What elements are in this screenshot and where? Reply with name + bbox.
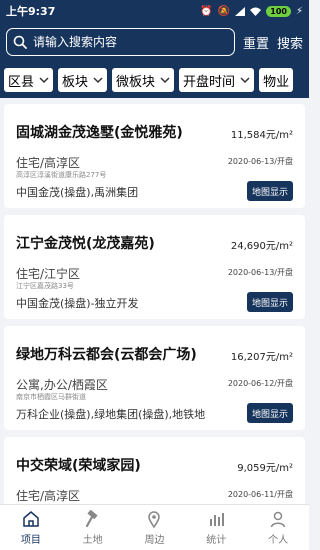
status-time: 上午9:37 bbox=[6, 5, 56, 18]
project-name: 绿地万科云都会(云都会广场) bbox=[16, 347, 197, 363]
project-name: 江宁金茂悦(龙茂嘉苑) bbox=[16, 236, 155, 252]
filter-district[interactable]: 区县 bbox=[4, 68, 54, 92]
project-name: 固城湖金茂逸墅(金悦雅苑) bbox=[16, 125, 183, 141]
location-pin-icon bbox=[148, 510, 161, 528]
project-card[interactable]: 绿地万科云都会(云都会广场) 16,207元/m² 公寓,办公/栖霞区 2020… bbox=[4, 326, 305, 430]
bottom-nav: 项目 土地 周边 统计 个人 bbox=[0, 504, 309, 550]
mute-icon: 🔕 bbox=[217, 5, 231, 17]
project-price: 9,059元/m² bbox=[237, 463, 293, 474]
wifi-icon bbox=[250, 7, 262, 16]
map-display-button[interactable]: 地图显示 bbox=[246, 403, 293, 423]
person-icon bbox=[270, 511, 286, 527]
status-bar: 上午9:37 ⏰ 🔕 100 ⚡ bbox=[0, 0, 309, 22]
filter-label: 区县 bbox=[8, 74, 35, 90]
project-date: 2020-06-13/开盘 bbox=[227, 268, 293, 277]
project-card[interactable]: 固城湖金茂逸墅(金悦雅苑) 11,584元/m² 住宅/高淳区 2020-06-… bbox=[4, 104, 305, 208]
project-developer: 万科企业(操盘),绿地集团(操盘),地铁地 bbox=[16, 408, 206, 421]
nav-label: 周边 bbox=[144, 534, 165, 546]
project-type: 公寓,办公/栖霞区 bbox=[16, 378, 108, 392]
map-display-button[interactable]: 地图显示 bbox=[246, 292, 293, 312]
filter-label: 微板块 bbox=[116, 74, 156, 90]
map-display-button[interactable]: 地图显示 bbox=[246, 181, 293, 201]
project-type: 住宅/高淳区 bbox=[16, 489, 81, 503]
chevron-down-icon bbox=[39, 77, 49, 84]
project-price: 11,584元/m² bbox=[230, 130, 293, 141]
search-button[interactable]: 搜索 bbox=[277, 33, 303, 52]
filter-label: 板块 bbox=[62, 74, 89, 90]
project-price: 24,690元/m² bbox=[230, 241, 293, 252]
header: 重置 搜索 bbox=[0, 22, 309, 62]
chevron-down-icon bbox=[93, 77, 103, 84]
search-icon bbox=[13, 35, 27, 49]
project-developer: 中国金茂(操盘),禹洲集团 bbox=[16, 186, 139, 199]
project-developer: 中国金茂(操盘)-独立开发 bbox=[16, 297, 139, 310]
search-input[interactable] bbox=[33, 35, 223, 49]
filter-micro-block[interactable]: 微板块 bbox=[112, 68, 175, 92]
hammer-icon bbox=[85, 509, 98, 527]
battery-icon: 100 bbox=[266, 5, 291, 17]
nav-item-land[interactable]: 土地 bbox=[62, 505, 124, 550]
project-type: 住宅/高淳区 bbox=[16, 156, 81, 170]
reset-button[interactable]: 重置 bbox=[243, 33, 269, 52]
filter-block[interactable]: 板块 bbox=[58, 68, 108, 92]
project-card[interactable]: 中交荣域(荣域家园) 9,059元/m² 住宅/高淳区 2020-06-11/开… bbox=[4, 437, 305, 504]
filter-label: 开盘时间 bbox=[183, 74, 236, 90]
filter-opening-time[interactable]: 开盘时间 bbox=[179, 68, 255, 92]
filter-property[interactable]: 物业 bbox=[259, 68, 294, 92]
nav-label: 个人 bbox=[268, 534, 289, 546]
status-icons: ⏰ 🔕 100 ⚡ bbox=[200, 5, 303, 17]
project-address: 高淳区淳溪街道康乐路277号 bbox=[16, 171, 107, 179]
nav-item-personal[interactable]: 个人 bbox=[247, 505, 309, 550]
chevron-down-icon bbox=[160, 77, 170, 84]
home-icon bbox=[23, 510, 39, 527]
search-box[interactable] bbox=[6, 28, 235, 56]
project-price: 16,207元/m² bbox=[230, 352, 293, 363]
project-name: 中交荣域(荣域家园) bbox=[16, 458, 141, 474]
bar-chart-icon bbox=[210, 512, 225, 526]
project-date: 2020-06-13/开盘 bbox=[227, 157, 293, 166]
project-list[interactable]: 固城湖金茂逸墅(金悦雅苑) 11,584元/m² 住宅/高淳区 2020-06-… bbox=[0, 98, 309, 504]
nav-label: 统计 bbox=[206, 534, 227, 546]
filter-bar: 区县 板块 微板块 开盘时间 物业 bbox=[0, 62, 309, 98]
project-date: 2020-06-11/开盘 bbox=[227, 490, 293, 499]
nav-item-projects[interactable]: 项目 bbox=[0, 505, 62, 550]
nav-item-statistics[interactable]: 统计 bbox=[185, 505, 247, 550]
signal-icon bbox=[235, 6, 246, 16]
alarm-icon: ⏰ bbox=[200, 5, 213, 17]
nav-label: 项目 bbox=[20, 534, 41, 546]
nav-label: 土地 bbox=[82, 534, 103, 546]
project-date: 2020-06-12/开盘 bbox=[227, 379, 293, 388]
project-address: 江宁区嘉茂路33号 bbox=[16, 282, 74, 290]
nav-item-surroundings[interactable]: 周边 bbox=[124, 505, 186, 550]
project-card[interactable]: 江宁金茂悦(龙茂嘉苑) 24,690元/m² 住宅/江宁区 2020-06-13… bbox=[4, 215, 305, 319]
filter-label: 物业 bbox=[263, 74, 290, 90]
charging-icon: ⚡ bbox=[295, 5, 303, 17]
project-type: 住宅/江宁区 bbox=[16, 267, 81, 281]
project-address: 南京市栖霞区马群街道 bbox=[16, 393, 86, 401]
chevron-down-icon bbox=[240, 77, 250, 84]
